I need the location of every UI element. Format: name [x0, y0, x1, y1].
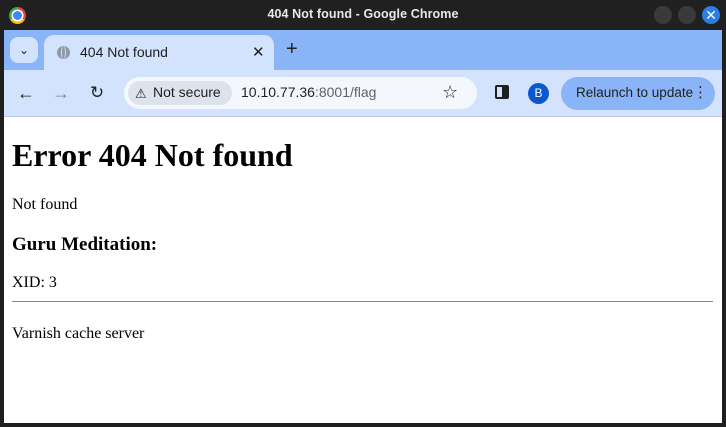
bookmark-star-icon[interactable]: ☆	[442, 82, 458, 103]
error-heading: Error 404 Not found	[12, 137, 293, 173]
minimize-button[interactable]	[654, 6, 672, 24]
xid-text: XID: 3	[12, 274, 57, 291]
tab-active[interactable]: 404 Not found ✕	[44, 35, 274, 70]
tab-search-button[interactable]: ⌄	[10, 37, 38, 63]
toolbar: ← → ↻ ⚠ Not secure 10.10.77.36:8001/flag…	[4, 70, 722, 117]
forward-button[interactable]: →	[49, 81, 73, 105]
close-window-button[interactable]: ✕	[702, 6, 720, 24]
browser-window: 404 Not found - Google Chrome ✕ ⌄ 404 No…	[0, 0, 726, 427]
reload-button[interactable]: ↻	[85, 81, 109, 105]
address-bar[interactable]: ⚠ Not secure 10.10.77.36:8001/flag ☆	[124, 77, 477, 109]
menu-dots-icon[interactable]: ⋮	[693, 84, 708, 102]
tab-strip: ⌄ 404 Not found ✕ +	[4, 30, 722, 70]
page-content: Error 404 Not found Not found Guru Medit…	[4, 117, 722, 423]
profile-avatar[interactable]: B	[528, 83, 549, 104]
new-tab-button[interactable]: +	[286, 38, 298, 60]
tab-title: 404 Not found	[80, 44, 168, 60]
error-message: Not found	[12, 196, 78, 213]
url-host: 10.10.77.36	[241, 84, 315, 100]
security-chip[interactable]: ⚠ Not secure	[128, 81, 232, 105]
window-title: 404 Not found - Google Chrome	[267, 7, 459, 21]
warning-icon: ⚠	[135, 86, 147, 101]
tab-close-icon[interactable]: ✕	[252, 43, 265, 61]
globe-icon	[57, 46, 70, 59]
back-button[interactable]: ←	[14, 81, 38, 105]
security-label: Not secure	[153, 84, 221, 100]
relaunch-button[interactable]: Relaunch to update ⋮	[561, 77, 715, 110]
side-panel-icon[interactable]	[495, 85, 509, 99]
relaunch-label: Relaunch to update	[576, 85, 694, 100]
url-path: :8001/flag	[314, 84, 377, 100]
server-footer: Varnish cache server	[12, 325, 145, 342]
divider	[12, 301, 713, 302]
guru-meditation-heading: Guru Meditation:	[12, 234, 158, 255]
url-text[interactable]: 10.10.77.36:8001/flag	[241, 84, 376, 100]
title-bar: 404 Not found - Google Chrome ✕	[0, 0, 726, 30]
maximize-button[interactable]	[678, 6, 696, 24]
